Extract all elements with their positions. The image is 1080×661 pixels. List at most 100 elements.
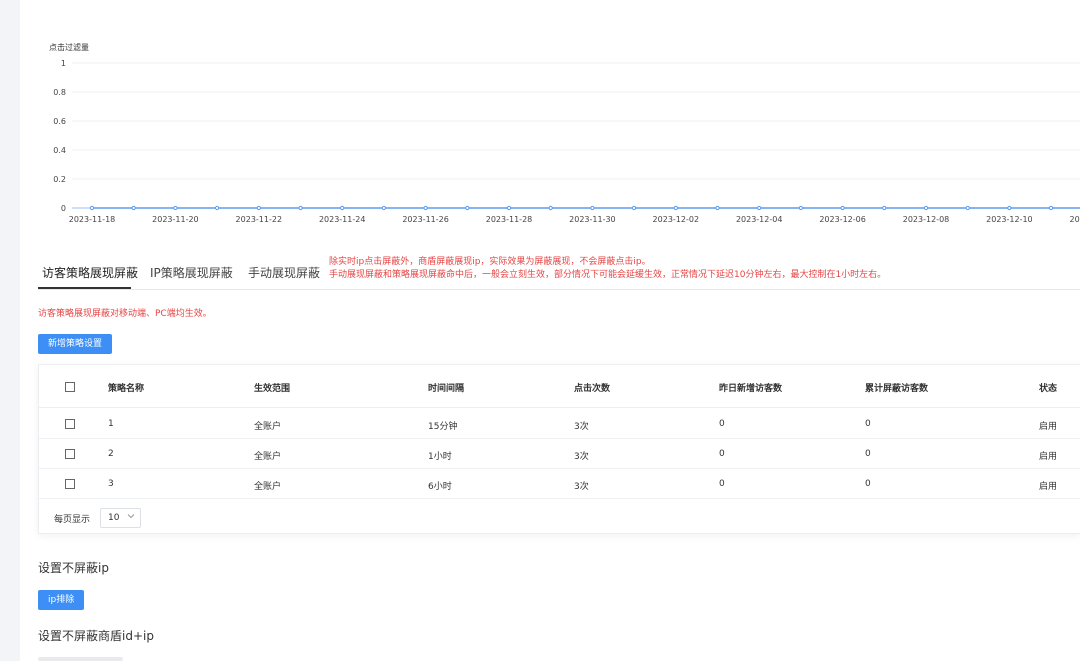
y-axis-title: 点击过滤量 — [49, 42, 89, 52]
select-all-checkbox[interactable] — [65, 382, 75, 392]
cell-status: 启用 — [1039, 452, 1058, 462]
page-size-label: 每页显示 — [54, 515, 91, 525]
x-tick-label: 2023-11-30 — [569, 215, 616, 224]
cell-blocked-visitors: 0 — [865, 479, 871, 489]
data-point — [757, 205, 762, 211]
pagination: 每页显示 10 — [39, 501, 1080, 535]
cell-strategy-name: 1 — [108, 419, 114, 429]
data-point — [506, 205, 512, 211]
no-block-ip-title: 设置不屏蔽ip — [38, 561, 109, 575]
click-filter-chart: 点击过滤量 1 0.8 0.6 0.4 0.2 0 2023-11-18 2023-11-20 2… — [38, 38, 1080, 238]
data-point — [89, 205, 95, 211]
x-tick-label: 2023-11-26 — [402, 215, 449, 224]
col-scope: 生效范围 — [254, 384, 291, 394]
cell-scope: 全账户 — [254, 452, 282, 462]
data-point — [298, 205, 303, 211]
row-checkbox[interactable] — [65, 419, 75, 429]
data-point — [590, 205, 595, 211]
cell-blocked-visitors: 0 — [865, 419, 871, 429]
y-tick-label: 0.4 — [53, 146, 66, 155]
x-tick-label: 2023-12-04 — [736, 215, 783, 224]
x-tick-label: 2023-11-20 — [152, 215, 199, 224]
active-tab-indicator — [38, 287, 131, 289]
cell-interval: 15分钟 — [428, 422, 458, 432]
cell-scope: 全账户 — [254, 422, 282, 432]
cell-clicks: 3次 — [574, 482, 589, 492]
y-tick-label: 0.8 — [53, 88, 66, 97]
shield-notice: 除实时ip点击屏蔽外，商盾屏蔽展现ip，实际效果为屏蔽展现，不会屏蔽点击ip。 … — [329, 256, 886, 282]
x-tick-label: 2023-11-18 — [69, 215, 116, 224]
ip-exclude-button[interactable]: ip排除 — [38, 590, 85, 610]
cell-new-visitors: 0 — [719, 479, 725, 489]
data-point — [882, 205, 887, 211]
cell-new-visitors: 0 — [719, 449, 725, 459]
y-tick-label: 0 — [61, 204, 66, 213]
data-point — [798, 205, 804, 211]
col-new-visitors: 昨日新增访客数 — [719, 384, 783, 394]
cell-strategy-name: 2 — [108, 449, 114, 459]
data-point — [673, 205, 678, 211]
cell-interval: 6小时 — [428, 482, 452, 492]
y-tick-label: 0.6 — [53, 117, 66, 126]
col-status: 状态 — [1039, 384, 1058, 394]
col-interval: 时间间隔 — [428, 384, 465, 394]
col-blocked-visitors: 累计屏蔽访客数 — [865, 384, 929, 394]
data-point — [715, 205, 720, 211]
chevron-down-icon — [127, 514, 135, 519]
page-size-select[interactable]: 10 — [100, 508, 141, 528]
shield-id-ip-button[interactable] — [38, 657, 123, 661]
table-header: 策略名称 生效范围 时间间隔 点击次数 昨日新增访客数 累计屏蔽访客数 状态 — [39, 365, 1080, 408]
strategy-table: 策略名称 生效范围 时间间隔 点击次数 昨日新增访客数 累计屏蔽访客数 状态 1… — [38, 364, 1080, 534]
data-point — [1007, 205, 1012, 211]
col-strategy-name: 策略名称 — [108, 384, 145, 394]
data-point — [381, 205, 386, 211]
cell-new-visitors: 0 — [719, 419, 725, 429]
data-point — [923, 205, 929, 211]
x-tick-label: 2023-11-28 — [486, 215, 533, 224]
y-tick-label: 1 — [61, 59, 66, 68]
y-tick-label: 0.2 — [53, 175, 66, 184]
chart-svg: 点击过滤量 1 0.8 0.6 0.4 0.2 02023-11-18 2023-11-20 2… — [49, 42, 1080, 224]
cell-clicks: 3次 — [574, 452, 589, 462]
page-size-value: 10 — [108, 513, 120, 523]
no-block-shield-id-ip-title: 设置不屏蔽商盾id+ip — [38, 629, 154, 643]
data-point — [465, 205, 470, 211]
strategy-tabs: 访客策略展现屏蔽 IP策略展现屏蔽 手动展现屏蔽 除实时ip点击屏蔽外，商盾屏蔽… — [38, 256, 1080, 290]
cell-strategy-name: 3 — [108, 479, 114, 489]
tab-visitor-strategy[interactable]: 访客策略展现屏蔽 — [42, 264, 138, 281]
x-tick-label: 2023-12-02 — [653, 215, 700, 224]
data-point — [548, 205, 553, 211]
table-row: 1 全账户 15分钟 3次 0 0 启用 — [39, 409, 1080, 439]
x-tick-label: 2023-12-10 — [986, 215, 1033, 224]
shield-notice-line-1: 除实时ip点击屏蔽外，商盾屏蔽展现ip，实际效果为屏蔽展现，不会屏蔽点击ip。 — [329, 257, 651, 267]
left-rail — [0, 0, 20, 661]
data-point — [965, 205, 970, 211]
data-point — [131, 205, 136, 211]
cell-status: 启用 — [1039, 422, 1058, 432]
tab-manual[interactable]: 手动展现屏蔽 — [248, 264, 320, 281]
scope-note: 访客策略展现屏蔽对移动端、PC端均生效。 — [38, 309, 212, 319]
x-tick-label: 2023-12-12 — [1070, 215, 1080, 224]
table-row: 3 全账户 6小时 3次 0 0 启用 — [39, 469, 1080, 499]
data-point — [423, 205, 428, 211]
add-strategy-button[interactable]: 新增策略设置 — [38, 334, 113, 354]
row-checkbox[interactable] — [65, 449, 75, 459]
cell-interval: 1小时 — [428, 452, 452, 462]
x-tick-label: 2023-12-06 — [819, 215, 866, 224]
table-row: 2 全账户 1小时 3次 0 0 启用 — [39, 439, 1080, 469]
data-point — [215, 205, 220, 211]
row-checkbox[interactable] — [65, 479, 75, 489]
cell-blocked-visitors: 0 — [865, 449, 871, 459]
tab-ip-strategy[interactable]: IP策略展现屏蔽 — [150, 264, 233, 281]
data-point — [173, 205, 178, 211]
data-point — [256, 205, 261, 211]
x-tick-label: 2023-12-08 — [903, 215, 950, 224]
x-tick-label: 2023-11-24 — [319, 215, 366, 224]
col-clicks: 点击次数 — [574, 384, 611, 394]
data-point — [1049, 205, 1054, 211]
data-point — [340, 205, 345, 211]
data-point — [632, 205, 637, 211]
cell-status: 启用 — [1039, 482, 1058, 492]
x-tick-label: 2023-11-22 — [236, 215, 283, 224]
data-point — [840, 205, 845, 211]
